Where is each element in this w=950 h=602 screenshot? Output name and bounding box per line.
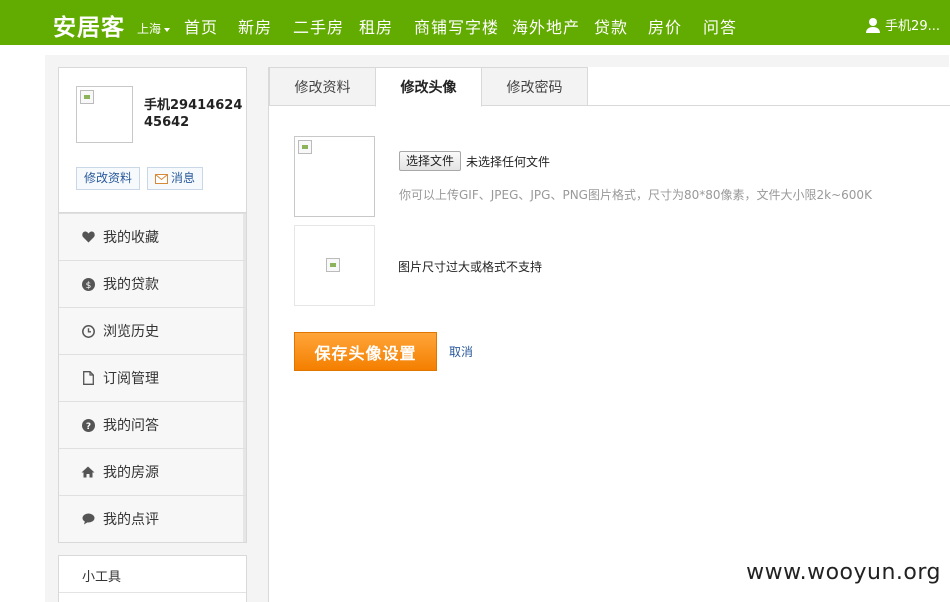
envelope-icon [155,173,168,184]
save-avatar-button[interactable]: 保存头像设置 [294,332,437,371]
profile-card: 手机2941462445642 修改资料 消息 [58,67,247,213]
cancel-link[interactable]: 取消 [449,343,473,360]
svg-text:$: $ [85,281,91,291]
nav-rent[interactable]: 租房 [359,14,393,38]
top-nav-bar: 安居客 上海 首页 新房 二手房 租房 商铺写字楼 海外地产 贷款 房价 问答 … [0,0,950,45]
sidebar-item-reviews[interactable]: 我的点评 [59,495,246,542]
tab-change-password[interactable]: 修改密码 [481,67,588,106]
choose-file-button[interactable]: 选择文件 [399,151,462,171]
user-menu[interactable]: 手机29... [865,15,940,34]
nav-commercial[interactable]: 商铺写字楼 [414,14,499,38]
user-name: 手机29... [885,19,940,34]
sidebar-item-label: 我的收藏 [103,230,159,246]
sidebar-item-label: 我的点评 [103,512,159,528]
city-selector[interactable]: 上海 [137,20,171,37]
svg-text:?: ? [85,422,90,432]
user-icon [866,17,881,33]
sidebar-item-listings[interactable]: 我的房源 [59,448,246,495]
question-icon: ? [81,418,95,432]
home-icon [81,465,95,479]
clock-icon [81,324,95,338]
nav-overseas[interactable]: 海外地产 [512,14,580,38]
sidebar-item-label: 我的问答 [103,418,159,434]
tab-edit-profile[interactable]: 修改资料 [269,67,376,106]
edit-profile-button[interactable]: 修改资料 [76,167,141,190]
avatar [76,86,133,143]
sidebar-menu: 我的收藏 $ 我的贷款 浏览历史 订阅管理 ? 我的问答 我的房源 我的点评 [58,213,247,543]
nav-loans[interactable]: 贷款 [594,14,628,38]
sidebar-item-history[interactable]: 浏览历史 [59,307,246,354]
document-icon [81,371,95,385]
divider [59,592,246,593]
sidebar-item-label: 我的房源 [103,465,159,481]
sidebar-item-qa[interactable]: ? 我的问答 [59,401,246,448]
sidebar-item-label: 浏览历史 [103,324,159,340]
file-status-text: 未选择任何文件 [466,155,551,169]
dollar-icon: $ [81,277,95,291]
city-label: 上海 [137,22,162,36]
profile-username: 手机2941462445642 [144,98,243,130]
edit-profile-label: 修改资料 [84,171,133,185]
nav-second-hand[interactable]: 二手房 [293,14,344,38]
avatar-preview-large [294,136,375,217]
site-logo[interactable]: 安居客 [53,8,125,42]
sidebar-item-label: 订阅管理 [103,371,159,387]
messages-button[interactable]: 消息 [147,167,204,190]
sidebar-item-favorites[interactable]: 我的收藏 [59,213,246,260]
tools-panel: 小工具 [58,555,247,602]
upload-error-text: 图片尺寸过大或格式不支持 [398,260,543,274]
tools-title: 小工具 [82,570,122,585]
broken-image-icon [326,258,340,272]
upload-hint: 你可以上传GIF、JPEG、JPG、PNG图片格式，尺寸为80*80像素，文件大… [399,188,872,202]
heart-icon [81,230,95,244]
nav-qa[interactable]: 问答 [703,14,737,38]
sidebar-item-label: 我的贷款 [103,277,159,293]
sidebar-item-loans[interactable]: $ 我的贷款 [59,260,246,307]
chevron-down-icon [164,27,171,32]
messages-label: 消息 [171,171,196,185]
broken-image-icon [80,90,94,104]
main-panel: 修改资料 修改头像 修改密码 选择文件 未选择任何文件 你可以上传GIF、JPE… [268,67,950,602]
comment-icon [81,512,95,526]
sidebar-item-subscriptions[interactable]: 订阅管理 [59,354,246,401]
nav-home[interactable]: 首页 [184,14,218,38]
tab-edit-avatar[interactable]: 修改头像 [375,67,482,107]
watermark-text: www.wooyun.org [746,560,941,585]
avatar-preview-small [294,225,375,306]
nav-new-homes[interactable]: 新房 [238,14,272,38]
nav-prices[interactable]: 房价 [648,14,682,38]
broken-image-icon [298,140,312,154]
